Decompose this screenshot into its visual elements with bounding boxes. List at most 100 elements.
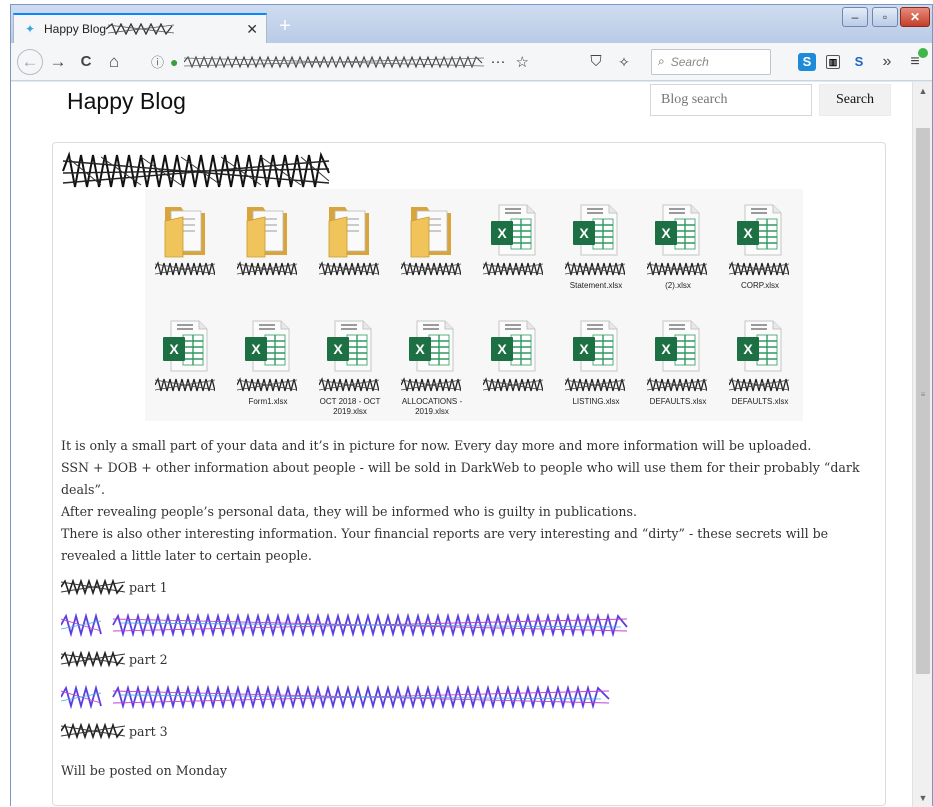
file-name-redaction-scribble	[646, 261, 708, 276]
folder-icon-wrap	[323, 201, 377, 264]
file-name-redaction-scribble	[236, 377, 298, 392]
back-button[interactable]: ←	[17, 48, 43, 75]
maximize-button[interactable]: ▫	[872, 7, 898, 27]
tab-happy-blog[interactable]: ✦ Happy Blog ✕	[13, 13, 267, 43]
file-name-label: DEFAULTS.xlsx	[731, 397, 789, 406]
svg-text:X: X	[497, 341, 507, 357]
customize-icon[interactable]: ✧	[611, 49, 637, 75]
file-name-label: (2).xlsx	[665, 281, 691, 290]
excel-file-item: X	[473, 189, 555, 305]
part-3-label: part 3	[61, 723, 168, 739]
info-icon[interactable]: ⓘ	[151, 52, 164, 71]
excel-icon-wrap: X	[569, 201, 623, 264]
post-footer-note: Will be posted on Monday	[61, 763, 227, 778]
shield-icon[interactable]: ⛉	[583, 49, 609, 75]
excel-file-icon: X	[573, 204, 618, 256]
folder-icon	[164, 207, 205, 258]
file-name-redaction	[564, 261, 626, 282]
browser-search-input[interactable]: ⌕ Search	[651, 48, 771, 75]
scroll-down-arrow-icon[interactable]: ▼	[913, 789, 932, 807]
excel-file-item: X	[145, 305, 227, 421]
svg-text:X: X	[661, 341, 671, 357]
blog-search-button[interactable]: Search	[819, 84, 891, 116]
file-name-redaction	[236, 377, 298, 398]
new-tab-button[interactable]: +	[273, 15, 297, 38]
excel-file-item: X DEFAULTS.xlsx	[719, 305, 801, 421]
folder-icon-wrap	[241, 201, 295, 264]
file-name-redaction	[482, 261, 544, 282]
redaction-scribble-icon	[61, 579, 125, 595]
excel-file-item: X OCT 2018 - OCT 2019.xlsx	[309, 305, 391, 421]
redacted-link-2[interactable]	[61, 685, 611, 709]
file-name-redaction-scribble	[728, 261, 790, 276]
excel-file-icon: X	[737, 204, 782, 256]
reload-button[interactable]: C	[73, 49, 99, 75]
url-bar[interactable]: ⓘ ● ··· ☆	[145, 48, 575, 76]
excel-file-item: X Statement.xlsx	[555, 189, 637, 305]
update-badge-icon	[918, 47, 928, 58]
skype-extension-icon[interactable]: S	[798, 52, 816, 71]
leaf-icon: ●	[170, 53, 179, 70]
post-paragraph: After revealing people’s personal data, …	[61, 504, 637, 519]
excel-icon-wrap: X	[733, 317, 787, 380]
blog-title[interactable]: Happy Blog	[67, 88, 186, 115]
scrollbar-thumb[interactable]: ≡	[916, 128, 930, 674]
svg-text:X: X	[415, 341, 425, 357]
file-name-redaction	[236, 261, 298, 282]
file-name-redaction	[728, 261, 790, 282]
redaction-scribble-icon	[61, 723, 125, 739]
s-extension-icon[interactable]: S	[850, 53, 868, 71]
file-name-redaction-scribble	[154, 377, 216, 392]
excel-icon-wrap: X	[569, 317, 623, 380]
sidebar-icon[interactable]: ▥	[826, 54, 840, 69]
vertical-scrollbar[interactable]: ▲ ≡ ▼	[912, 82, 932, 807]
part-2-label: part 2	[61, 651, 168, 667]
post-paragraph: It is only a small part of your data and…	[61, 438, 812, 453]
excel-file-icon: X	[163, 320, 208, 372]
file-name-redaction-scribble	[154, 261, 216, 276]
tab-title: Happy Blog	[44, 22, 107, 36]
excel-file-icon: X	[245, 320, 290, 372]
close-window-button[interactable]: ✕	[900, 7, 930, 27]
post-paragraph: SSN + DOB + other information about peop…	[61, 460, 860, 497]
svg-text:X: X	[743, 341, 753, 357]
redacted-link-1[interactable]	[61, 613, 629, 637]
forward-button[interactable]: →	[45, 49, 71, 75]
folder-item	[309, 189, 391, 305]
folder-item	[145, 189, 227, 305]
file-name-redaction	[400, 377, 462, 398]
svg-text:X: X	[579, 341, 589, 357]
folder-icon-wrap	[405, 201, 459, 264]
file-name-label: LISTING.xlsx	[572, 397, 620, 406]
page-actions-button[interactable]: ···	[490, 53, 505, 70]
file-name-redaction	[154, 261, 216, 282]
file-name-label: Form1.xlsx	[248, 397, 288, 406]
excel-icon-wrap: X	[651, 201, 705, 264]
file-name-redaction	[400, 261, 462, 282]
file-name-redaction	[646, 261, 708, 282]
tab-close-icon[interactable]: ✕	[246, 21, 258, 38]
svg-text:X: X	[579, 225, 589, 241]
home-button[interactable]: ⌂	[101, 49, 127, 75]
bookmark-star-icon[interactable]: ☆	[515, 53, 528, 71]
minimize-button[interactable]: –	[842, 7, 868, 27]
file-name-redaction	[154, 377, 216, 398]
svg-text:X: X	[169, 341, 179, 357]
file-name-label: Statement.xlsx	[569, 281, 623, 290]
post-paragraph: There is also other interesting informat…	[61, 526, 829, 563]
scroll-up-arrow-icon[interactable]: ▲	[913, 82, 932, 100]
file-name-redaction-scribble	[236, 261, 298, 276]
excel-file-icon: X	[655, 320, 700, 372]
excel-file-item: X LISTING.xlsx	[555, 305, 637, 421]
blog-search-input[interactable]	[650, 84, 812, 116]
redaction-scribble-icon	[106, 23, 175, 35]
excel-icon-wrap: X	[487, 201, 541, 264]
hamburger-menu-icon[interactable]: ≡	[906, 47, 928, 71]
navigation-bar: ← → C ⌂ ⓘ ● ··· ☆ ⛉ ✧ ⌕ Search S ▥ S » ≡	[11, 43, 932, 81]
file-name-redaction-scribble	[318, 261, 380, 276]
excel-file-icon: X	[573, 320, 618, 372]
excel-file-item: X DEFAULTS.xlsx	[637, 305, 719, 421]
overflow-menu-button[interactable]: »	[878, 53, 896, 71]
excel-file-item: X CORP.xlsx	[719, 189, 801, 305]
excel-file-icon: X	[409, 320, 454, 372]
